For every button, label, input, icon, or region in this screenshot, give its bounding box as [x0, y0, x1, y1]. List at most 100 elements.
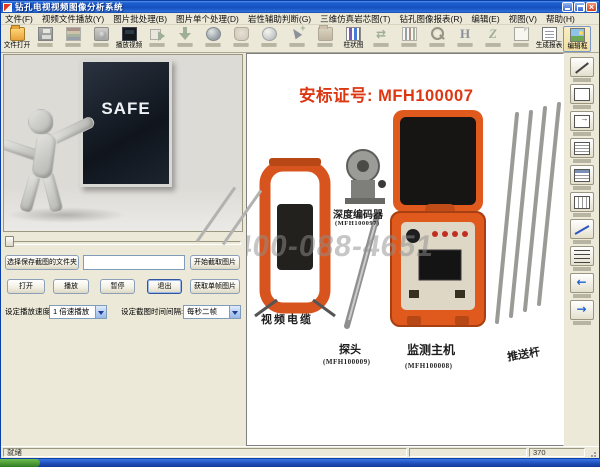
toolbar-hand-tool-button[interactable] [227, 26, 255, 52]
globe-icon [206, 27, 221, 41]
video-player-panel: SAFE 选择保存截图的文件夹 开始截取图片 打开 播放 暂停 退出 获取单帧图… [1, 53, 245, 446]
image-canvas: 安标证号: MFH100007 [246, 53, 564, 446]
crop-region-button[interactable] [570, 111, 594, 131]
tool-caption [573, 240, 591, 244]
diagonal-line-icon [574, 223, 590, 236]
previous-image-button[interactable] [570, 273, 594, 293]
toolbar-play-video-button[interactable]: 播放视频 [115, 26, 143, 52]
list-lines-icon [574, 250, 590, 263]
minimize-button[interactable] [562, 2, 573, 12]
menu-edit[interactable]: 编辑(E) [471, 13, 499, 25]
single-frame-button[interactable]: 获取单帧图片 [190, 279, 240, 294]
play-button[interactable]: 播放 [53, 279, 89, 294]
toolbar-select-button[interactable] [283, 26, 311, 52]
interval-label: 设定截图时间间隔: [121, 304, 183, 319]
menu-batch-image[interactable]: 图片批处理(B) [113, 13, 167, 25]
start-button[interactable] [0, 459, 40, 467]
toolbar-open-file-button[interactable]: 文件打开 [3, 26, 31, 52]
toolbar-save-button[interactable] [31, 26, 59, 52]
toolbar-snapshot-button[interactable] [87, 26, 115, 52]
video-position-slider[interactable] [3, 236, 243, 247]
toolbar-annotate-z-button[interactable] [479, 26, 507, 52]
video-monitor-icon [122, 27, 137, 41]
toolbar-panorama-button[interactable] [199, 26, 227, 52]
folder-icon [318, 27, 333, 41]
main-toolbar: 文件打开 播放视频 柱状图 生成报表 编辑框 [1, 25, 599, 53]
toolbar-new-page-button[interactable] [507, 26, 535, 52]
table-rows-button[interactable] [570, 138, 594, 158]
table-grid-button[interactable] [570, 192, 594, 212]
status-ready-text: 就绪 [3, 448, 407, 457]
open-button[interactable]: 打开 [7, 279, 45, 294]
status-right-value: 370 [529, 448, 585, 457]
watermark-phone: 400-088-4651 [246, 230, 436, 264]
application-window: 钻孔电视视频图像分析系统 文件(F) 视频文件播放(Y) 图片批处理(B) 图片… [0, 0, 600, 459]
menu-borehole-report[interactable]: 钻孔图像报表(R) [400, 13, 463, 25]
slider-thumb[interactable] [5, 236, 14, 247]
toolbar-sphere-view-button[interactable] [255, 26, 283, 52]
code-probe: (MFH100009) [323, 358, 371, 366]
rect-select-button[interactable] [570, 84, 594, 104]
menu-file[interactable]: 文件(F) [5, 13, 33, 25]
speed-combobox[interactable]: 1 倍速播放 [49, 305, 107, 319]
sphere-icon [262, 27, 277, 41]
toolbar-zoom-button[interactable] [423, 26, 451, 52]
toolbar-refresh-button[interactable] [367, 26, 395, 52]
tool-caption [573, 132, 591, 136]
monitoring-host-illustration [391, 110, 485, 326]
tool-caption [573, 294, 591, 298]
rectangle-icon [574, 88, 590, 101]
chevron-down-icon[interactable] [229, 306, 240, 318]
toolbar-column-chart-button[interactable]: 柱状图 [339, 26, 367, 52]
arrow-left-icon [574, 277, 590, 290]
tool-caption [573, 213, 591, 217]
table-grid-icon [574, 196, 590, 209]
tool-caption [573, 78, 591, 82]
interval-combobox[interactable]: 每秒二帧 [183, 305, 241, 319]
tool-caption [573, 267, 591, 271]
status-mid-cell [409, 448, 527, 457]
start-capture-button[interactable]: 开始截取图片 [190, 255, 240, 270]
status-bar: 就绪 370 [1, 446, 599, 458]
toolbar-stat-chart-button[interactable] [395, 26, 423, 52]
menu-video-playback[interactable]: 视频文件播放(Y) [42, 13, 104, 25]
toolbar-download-button[interactable] [171, 26, 199, 52]
swap-arrows-icon [374, 27, 389, 41]
speed-value: 1 倍速播放 [53, 307, 89, 316]
toolbar-color-bars-button[interactable] [59, 26, 87, 52]
slope-line-button[interactable] [570, 219, 594, 239]
resize-grip[interactable] [587, 448, 597, 457]
arrow-right-icon [574, 304, 590, 317]
line-tool-button[interactable] [570, 57, 594, 77]
close-button[interactable] [586, 2, 597, 12]
pause-button[interactable]: 暂停 [100, 279, 135, 294]
menu-view[interactable]: 视图(V) [509, 13, 537, 25]
toolbar-depth-h-button[interactable] [451, 26, 479, 52]
toolbar-generate-report-button[interactable]: 生成报表 [535, 26, 563, 52]
next-image-button[interactable] [570, 300, 594, 320]
list-button[interactable] [570, 246, 594, 266]
menu-single-image[interactable]: 图片单个处理(D) [176, 13, 239, 25]
exit-button[interactable]: 退出 [147, 279, 182, 294]
save-folder-path-input[interactable] [83, 255, 185, 270]
safe-text: SAFE [83, 100, 169, 118]
magnifier-icon [430, 27, 445, 41]
table-header-icon [574, 169, 590, 182]
save-icon [38, 27, 53, 41]
toolbar-open-folder-button[interactable] [311, 26, 339, 52]
toolbar-edit-frame-button[interactable]: 编辑框 [563, 26, 591, 52]
toolbar-import-button[interactable] [143, 26, 171, 52]
tool-caption [573, 186, 591, 190]
chart-icon [402, 27, 417, 41]
maximize-button[interactable] [574, 2, 585, 12]
label-monitoring-host: 监测主机 [407, 341, 455, 358]
video-preview: SAFE [3, 54, 243, 232]
table-rows-icon [574, 142, 590, 155]
table-header-button[interactable] [570, 165, 594, 185]
menu-help[interactable]: 帮助(H) [546, 13, 575, 25]
chevron-down-icon[interactable] [95, 306, 106, 318]
tool-caption [573, 105, 591, 109]
select-save-folder-button[interactable]: 选择保存截图的文件夹 [5, 255, 79, 270]
code-depth-encoder: (MFH100097) [335, 220, 380, 227]
menu-3d-core[interactable]: 三维仿真岩芯图(T) [320, 13, 390, 25]
